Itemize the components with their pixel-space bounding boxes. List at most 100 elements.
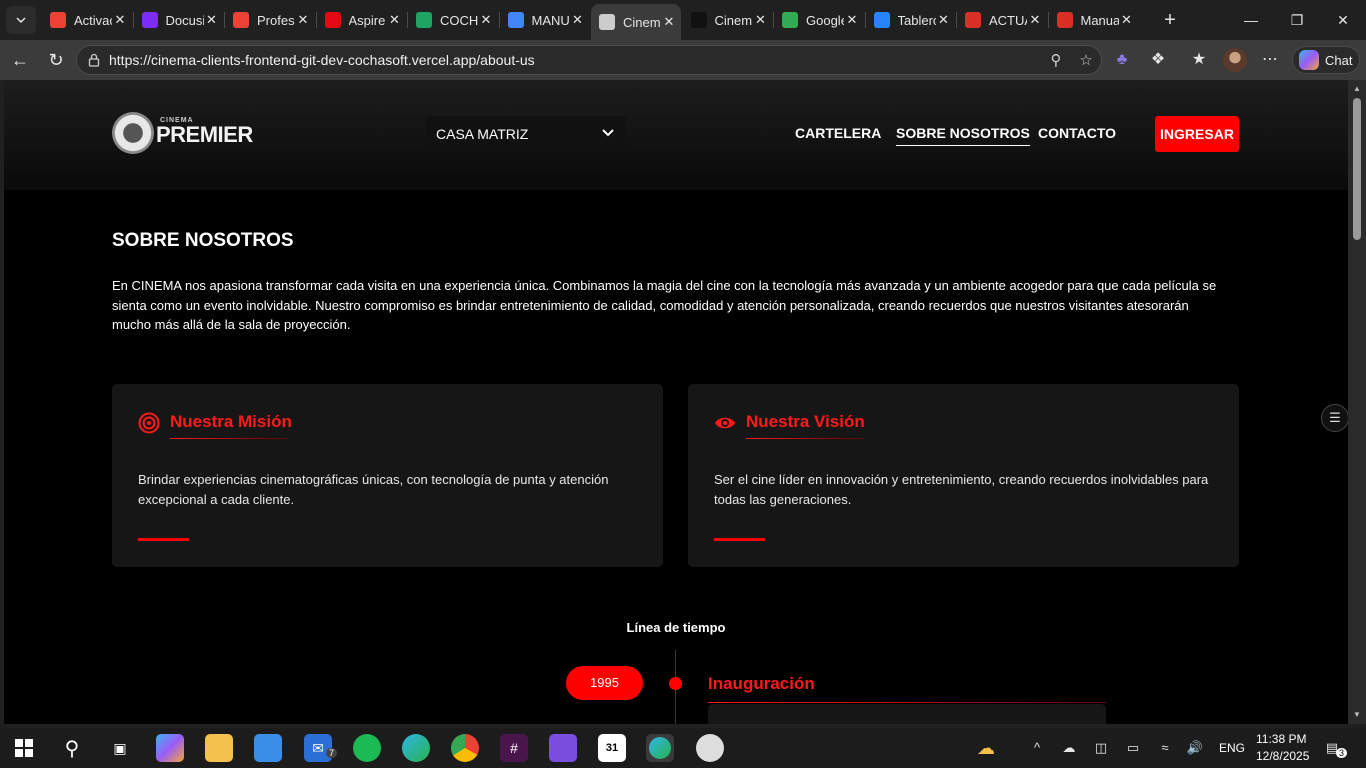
logo-film-reel-icon <box>112 112 154 154</box>
edge-icon[interactable] <box>402 734 430 762</box>
close-tab-icon[interactable]: ✕ <box>570 12 586 28</box>
weather-icon[interactable]: ☁ <box>976 738 996 758</box>
microsoft-store-icon[interactable] <box>254 734 282 762</box>
jira-icon <box>873 12 890 28</box>
docusign-icon <box>141 12 158 28</box>
browser-tab[interactable]: Aspire ✕ <box>317 6 407 34</box>
site-logo[interactable]: CINEMA PREMIER <box>112 112 262 156</box>
scroll-thumb[interactable] <box>1353 98 1361 240</box>
address-bar[interactable]: https://cinema-clients-frontend-git-dev-… <box>76 45 1102 75</box>
notifications-badge: 3 <box>1336 748 1348 758</box>
chrome-icon[interactable] <box>451 734 479 762</box>
mission-title-underline <box>170 438 288 439</box>
close-tab-icon[interactable]: ✕ <box>204 12 220 28</box>
favorite-star-icon[interactable]: ☆ <box>1075 50 1097 72</box>
page-scrollbar[interactable]: ▲ ▼ <box>1348 80 1366 724</box>
browser-tab[interactable]: Cinem ✕ <box>683 6 773 34</box>
nav-sobre-nosotros[interactable]: SOBRE NOSOTROS <box>896 125 1030 146</box>
back-button[interactable]: ← <box>8 48 32 72</box>
close-tab-icon[interactable]: ✕ <box>661 14 677 30</box>
scroll-up-icon[interactable]: ▲ <box>1352 84 1362 94</box>
google-icon <box>782 12 798 28</box>
copilot-app-icon[interactable] <box>156 734 184 762</box>
device-icon[interactable]: ◫ <box>1091 738 1111 758</box>
profile-avatar[interactable] <box>1223 48 1247 72</box>
login-button[interactable]: INGRESAR <box>1155 116 1239 152</box>
browser-tab[interactable]: COCHA✕ <box>408 6 498 34</box>
tab-title: Profess <box>257 12 295 28</box>
browser-tab[interactable]: Docusi ✕ <box>134 6 224 34</box>
browser-tab[interactable]: ACTUA✕ <box>957 6 1047 34</box>
browser-tab[interactable]: Cinem ✕ <box>591 4 681 40</box>
close-tab-icon[interactable]: ✕ <box>387 12 403 28</box>
spotify-icon[interactable] <box>353 734 381 762</box>
minimize-button[interactable]: — <box>1228 8 1274 32</box>
edge-dev-icon[interactable] <box>646 734 674 762</box>
extensions-puzzle-icon[interactable]: ❖ <box>1146 48 1170 72</box>
paint-icon[interactable] <box>696 734 724 762</box>
wifi-icon[interactable]: ≈ <box>1155 738 1175 758</box>
task-view-icon[interactable]: ▣ <box>106 734 134 762</box>
file-explorer-icon[interactable] <box>205 734 233 762</box>
more-options-icon[interactable]: ⋯ <box>1258 48 1282 72</box>
battery-icon[interactable]: ▭ <box>1123 738 1143 758</box>
browser-tab-bar: Activac✕Docusi✕Profess✕Aspire✕COCHA✕MANU… <box>0 0 1366 40</box>
target-icon <box>138 412 160 434</box>
nav-cartelera[interactable]: CARTELERA <box>795 125 881 141</box>
tab-actions-menu-button[interactable] <box>6 6 36 34</box>
clock-date[interactable]: 12/8/2025 <box>1256 749 1309 763</box>
browser-tab[interactable]: Manua ✕ <box>1049 6 1139 34</box>
site-info-icon[interactable] <box>87 53 101 67</box>
browser-tab[interactable]: Google ✕ <box>774 6 864 34</box>
copilot-chat-button[interactable]: Chat <box>1292 46 1360 74</box>
maximize-button[interactable]: ❐ <box>1274 8 1320 32</box>
zoom-search-icon[interactable]: ⚲ <box>1045 50 1067 72</box>
close-tab-icon[interactable]: ✕ <box>112 12 128 28</box>
timeline-year-badge: 1995 <box>566 666 643 700</box>
refresh-button[interactable]: ↻ <box>44 48 68 72</box>
close-tab-icon[interactable]: ✕ <box>844 12 860 28</box>
extension-icon[interactable]: ♣ <box>1110 48 1134 72</box>
chevron-down-icon <box>16 17 26 24</box>
mission-title: Nuestra Misión <box>170 412 292 431</box>
search-icon[interactable]: ⚲ <box>58 734 86 762</box>
close-tab-icon[interactable]: ✕ <box>1027 12 1043 28</box>
branch-select[interactable]: CASA MATRIZ <box>426 116 626 152</box>
browser-tab[interactable]: Profess✕ <box>225 6 315 34</box>
slack-icon[interactable]: # <box>500 734 528 762</box>
calendar-icon[interactable]: 31 <box>598 734 626 762</box>
obsidian-icon[interactable] <box>549 734 577 762</box>
tab-title: Google <box>806 12 844 28</box>
favorites-icon[interactable]: ★ <box>1187 48 1211 72</box>
copilot-icon <box>1299 50 1319 70</box>
tab-title: Tablero <box>897 12 936 28</box>
volume-icon[interactable]: 🔊 <box>1185 738 1205 758</box>
page-viewport: CINEMA PREMIER CASA MATRIZ CARTELERA SOB… <box>4 80 1348 724</box>
language-indicator[interactable]: ENG <box>1219 741 1245 755</box>
browser-tab[interactable]: Activac ✕ <box>42 6 132 34</box>
tab-title: Cinem <box>623 14 661 30</box>
new-tab-button[interactable]: + <box>1158 8 1182 32</box>
windows-taskbar: ⚲ ▣ ✉ 7 # 31 ☁ ^ ☁ ◫ ▭ ≈ 🔊 ENG 11:38 PM … <box>0 728 1366 768</box>
close-tab-icon[interactable]: ✕ <box>753 12 769 28</box>
browser-tab[interactable]: Tablero✕ <box>866 6 956 34</box>
show-hidden-icons-icon[interactable]: ^ <box>1027 738 1047 758</box>
cinema-icon <box>599 14 615 30</box>
vision-title-underline <box>746 438 864 439</box>
close-tab-icon[interactable]: ✕ <box>936 12 952 28</box>
onedrive-icon[interactable]: ☁ <box>1059 738 1079 758</box>
side-panel-toggle-icon[interactable]: ☰ <box>1321 404 1348 432</box>
browser-tab[interactable]: MANU ✕ <box>500 6 590 34</box>
windows-start-icon[interactable] <box>10 734 38 762</box>
close-window-button[interactable]: ✕ <box>1320 8 1366 32</box>
scroll-down-icon[interactable]: ▼ <box>1352 710 1362 720</box>
close-tab-icon[interactable]: ✕ <box>1119 12 1135 28</box>
gmail-icon <box>50 12 66 28</box>
gmail-icon <box>233 12 249 28</box>
google-drive-icon <box>416 12 432 28</box>
clock-time[interactable]: 11:38 PM <box>1256 732 1306 746</box>
close-tab-icon[interactable]: ✕ <box>478 12 494 28</box>
nav-contacto[interactable]: CONTACTO <box>1038 125 1116 141</box>
close-tab-icon[interactable]: ✕ <box>295 12 311 28</box>
logo-big-text: PREMIER <box>156 122 253 147</box>
